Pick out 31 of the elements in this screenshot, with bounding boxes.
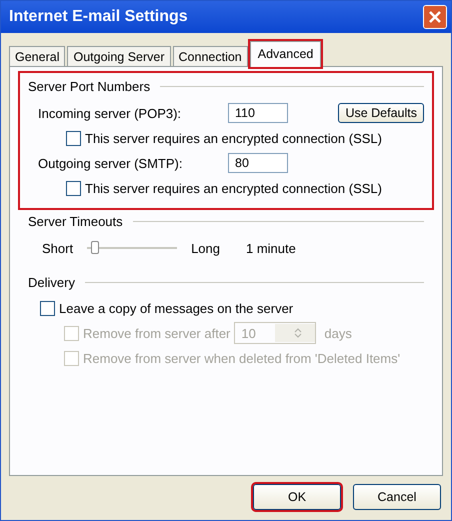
slider-label: Short — [42, 240, 74, 256]
group-title: Delivery — [28, 275, 75, 290]
field-label: Outgoing server (SMTP): — [37, 156, 184, 170]
checkbox[interactable] — [40, 300, 55, 316]
checkbox-label: Remove from server when deleted from 'Deleted Items' — [83, 350, 400, 366]
checkbox[interactable] — [66, 180, 81, 196]
spinner-arrows-icon[interactable] — [294, 327, 302, 339]
input-field[interactable]: 80 — [228, 153, 288, 173]
tab[interactable]: Connection — [172, 46, 248, 67]
use-defaults-button[interactable]: Use Defaults — [338, 103, 424, 123]
tab[interactable]: Outgoing Server — [67, 46, 171, 67]
dialog-button[interactable]: OK — [253, 484, 341, 510]
checkbox-label: This server requires an encrypted connection (SSL) — [85, 130, 382, 146]
dialog-button[interactable]: Cancel — [353, 484, 441, 510]
slider-label: Long — [191, 240, 220, 256]
slider[interactable] — [87, 240, 178, 256]
tab[interactable]: Advanced — [250, 41, 322, 67]
input-field[interactable]: 110 — [228, 103, 288, 123]
window-title: Internet E-mail Settings — [9, 8, 188, 26]
unit-label: days — [324, 326, 352, 340]
group-title: Server Port Numbers — [28, 79, 150, 94]
field-label: Incoming server (POP3): — [37, 106, 182, 120]
checkbox-label: Remove from server after — [83, 326, 230, 340]
checkbox[interactable] — [66, 130, 81, 146]
close-icon[interactable] — [423, 5, 447, 29]
checkbox-label: Leave a copy of messages on the server — [59, 300, 294, 316]
slider-reading: 1 minute — [246, 240, 296, 256]
checkbox-label: This server requires an encrypted connection (SSL) — [85, 180, 382, 196]
tab[interactable]: General — [9, 46, 66, 67]
slider-thumb[interactable] — [91, 241, 100, 254]
group-title: Server Timeouts — [28, 214, 123, 229]
